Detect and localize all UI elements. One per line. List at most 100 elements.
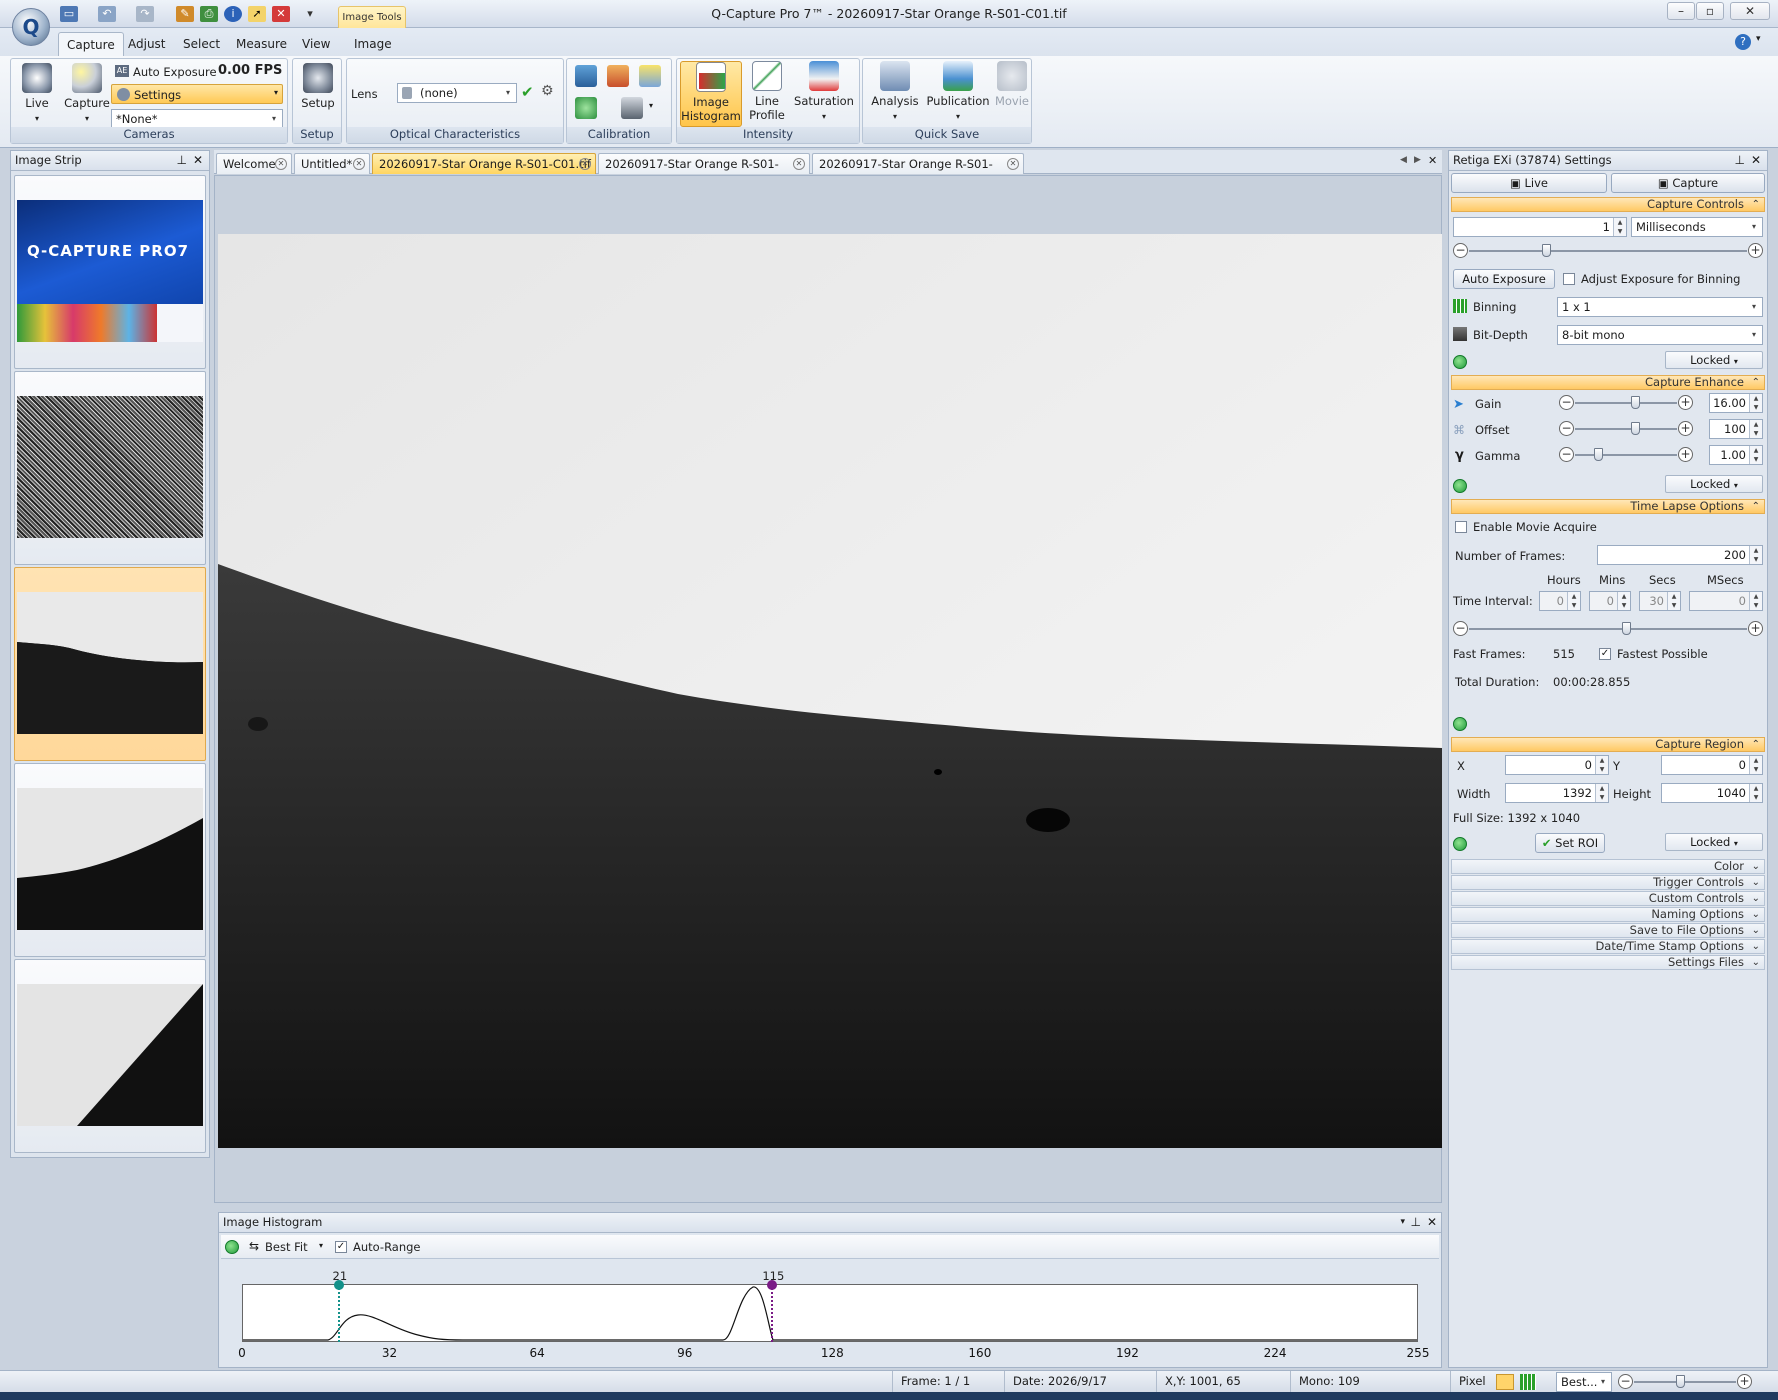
close-tab-icon[interactable]: ✕ <box>1007 158 1019 170</box>
publication-button[interactable]: Publication ▾ <box>925 61 991 123</box>
fastest-checkbox[interactable]: ✓ <box>1599 648 1611 660</box>
minimize-button[interactable]: – <box>1667 2 1695 20</box>
spinner-icon[interactable]: ▲ ▼ <box>1749 756 1762 774</box>
settings-capture-button[interactable]: ▣ Capture <box>1611 173 1765 193</box>
grid-icon[interactable] <box>1520 1374 1536 1390</box>
capture-controls-locked[interactable]: Locked ▾ <box>1665 351 1763 369</box>
y-input[interactable]: 0 ▲ ▼ <box>1661 755 1763 775</box>
refresh-timelapse-icon[interactable] <box>1453 717 1467 731</box>
lens-combo[interactable]: (none) ▾ <box>397 83 517 103</box>
exposure-slider[interactable]: − + <box>1453 243 1763 259</box>
offset-input[interactable]: 100 ▲ ▼ <box>1709 419 1763 439</box>
doc-tab-c02[interactable]: 20260917-Star Orange R-S01-C02.tif✕ <box>598 153 810 191</box>
plus-icon[interactable]: + <box>1748 621 1763 636</box>
tab-capture[interactable]: Capture <box>58 32 124 56</box>
settings-close-icon[interactable]: ✕ <box>1751 151 1761 170</box>
minus-icon[interactable]: − <box>1453 621 1468 636</box>
section-date-time-stamp-options[interactable]: Date/Time Stamp Options ⌄ <box>1451 939 1765 954</box>
tab-view[interactable]: View <box>294 32 338 56</box>
exposure-unit-combo[interactable]: Milliseconds ▾ <box>1631 217 1763 237</box>
height-input[interactable]: 1040 ▲ ▼ <box>1661 783 1763 803</box>
offset-slider-thumb[interactable] <box>1630 422 1640 435</box>
close-tab-icon[interactable]: ✕ <box>275 158 287 170</box>
calibrate-color-icon[interactable] <box>607 65 629 87</box>
doc-tab-c01[interactable]: 20260917-Star Orange R-S01-C01.tif ✕ <box>372 153 596 174</box>
thumbnail-c03[interactable] <box>14 959 206 1153</box>
thumbnail-c02[interactable] <box>14 763 206 957</box>
calibration-dropdown-icon[interactable]: ▾ <box>649 101 653 110</box>
refresh-controls-icon[interactable] <box>1453 355 1467 369</box>
doc-tab-welcome[interactable]: Welcome ✕ <box>216 153 292 174</box>
app-menu-button[interactable]: Q <box>12 8 50 46</box>
live-button[interactable]: Live ▾ <box>13 63 61 125</box>
spinner-icon[interactable]: ▲ ▼ <box>1595 784 1608 802</box>
close-all-tabs-icon[interactable]: ✕ <box>1428 154 1437 167</box>
gain-input[interactable]: 16.00 ▲ ▼ <box>1709 393 1763 413</box>
refresh-enhance-icon[interactable] <box>1453 479 1467 493</box>
saturation-button[interactable]: Saturation ▾ <box>791 61 857 123</box>
spinner-icon[interactable]: ▲ ▼ <box>1613 218 1626 236</box>
line-profile-button[interactable]: Line Profile <box>745 61 789 123</box>
histogram-close-icon[interactable]: ✕ <box>1427 1213 1437 1232</box>
close-tab-icon[interactable]: ✕ <box>579 158 591 170</box>
close-icon[interactable]: ✕ <box>193 151 203 170</box>
lens-settings-icon[interactable]: ⚙ <box>541 83 554 99</box>
histogram-menu-icon[interactable]: ▾ <box>1400 1213 1405 1232</box>
analysis-button[interactable]: Analysis ▾ <box>867 61 923 123</box>
set-roi-button[interactable]: ✔ Set ROI <box>1535 833 1605 853</box>
gain-slider-thumb[interactable] <box>1630 396 1640 409</box>
spinner-icon[interactable]: ▲ ▼ <box>1749 446 1762 464</box>
exposure-input[interactable]: 1 ▲ ▼ <box>1453 217 1627 237</box>
settings-pin-icon[interactable]: ⊥ <box>1735 151 1745 170</box>
settings-live-button[interactable]: ▣ Live <box>1451 173 1607 193</box>
apply-lens-icon[interactable]: ✔ <box>521 83 534 101</box>
tab-image[interactable]: Image <box>346 32 400 56</box>
settings-dropdown[interactable]: Settings ▾ <box>111 84 283 104</box>
doc-tab-untitled[interactable]: Untitled* ✕ <box>294 153 370 174</box>
thumbnail-untitled[interactable] <box>14 371 206 565</box>
section-custom-controls[interactable]: Custom Controls ⌄ <box>1451 891 1765 906</box>
plus-icon[interactable]: + <box>1678 447 1693 462</box>
calibrate-camera-icon[interactable] <box>575 65 597 87</box>
adjust-binning-checkbox[interactable] <box>1563 273 1575 285</box>
capture-enhance-locked[interactable]: Locked ▾ <box>1665 475 1763 493</box>
tab-measure[interactable]: Measure <box>228 32 295 56</box>
help-dropdown-icon[interactable]: ▾ <box>1756 34 1761 44</box>
calibrate-refresh-icon[interactable] <box>575 97 597 119</box>
spinner-icon[interactable]: ▲ ▼ <box>1749 546 1762 564</box>
section-naming-options[interactable]: Naming Options ⌄ <box>1451 907 1765 922</box>
minus-icon[interactable]: − <box>1559 395 1574 410</box>
histogram-pin-icon[interactable]: ⊥ <box>1411 1213 1421 1232</box>
capture-button[interactable]: Capture ▾ <box>63 63 111 125</box>
zoom-in-icon[interactable]: + <box>1737 1374 1752 1389</box>
preset-combo[interactable]: *None* ▾ <box>111 109 283 129</box>
gain-slider[interactable]: − + <box>1559 395 1693 411</box>
refresh-region-icon[interactable] <box>1453 837 1467 851</box>
low-marker-handle[interactable] <box>333 1280 344 1290</box>
enable-movie-checkbox[interactable] <box>1455 521 1467 533</box>
refresh-icon[interactable] <box>225 1240 239 1254</box>
gamma-slider[interactable]: − + <box>1559 447 1693 463</box>
capture-region-locked[interactable]: Locked ▾ <box>1665 833 1763 851</box>
zoom-out-icon[interactable]: − <box>1618 1374 1633 1389</box>
msecs-input[interactable]: 0 ▲ ▼ <box>1689 591 1763 611</box>
zoom-slider[interactable]: − + <box>1618 1374 1752 1390</box>
section-color[interactable]: Color ⌄ <box>1451 859 1765 874</box>
bitdepth-combo[interactable]: 8-bit mono ▾ <box>1557 325 1763 345</box>
spinner-icon[interactable]: ▲ ▼ <box>1749 592 1762 610</box>
image-histogram-button[interactable]: Image Histogram <box>680 61 742 127</box>
width-input[interactable]: 1392 ▲ ▼ <box>1505 783 1609 803</box>
x-input[interactable]: 0 ▲ ▼ <box>1505 755 1609 775</box>
minus-icon[interactable]: − <box>1453 243 1468 258</box>
section-settings-files[interactable]: Settings Files ⌄ <box>1451 955 1765 970</box>
minus-icon[interactable]: − <box>1559 421 1574 436</box>
calibrate-camera2-icon[interactable] <box>621 97 643 119</box>
help-icon[interactable]: ? <box>1735 34 1751 50</box>
section-save-to-file-options[interactable]: Save to File Options ⌄ <box>1451 923 1765 938</box>
tab-scroll-left-icon[interactable]: ◀ <box>1400 155 1407 165</box>
mins-input[interactable]: 0 ▲ ▼ <box>1589 591 1631 611</box>
pin-icon[interactable]: ⊥ <box>177 151 187 170</box>
zoom-combo[interactable]: Best... ▾ <box>1556 1372 1612 1392</box>
plus-icon[interactable]: + <box>1678 395 1693 410</box>
secs-input[interactable]: 30 ▲ ▼ <box>1639 591 1681 611</box>
